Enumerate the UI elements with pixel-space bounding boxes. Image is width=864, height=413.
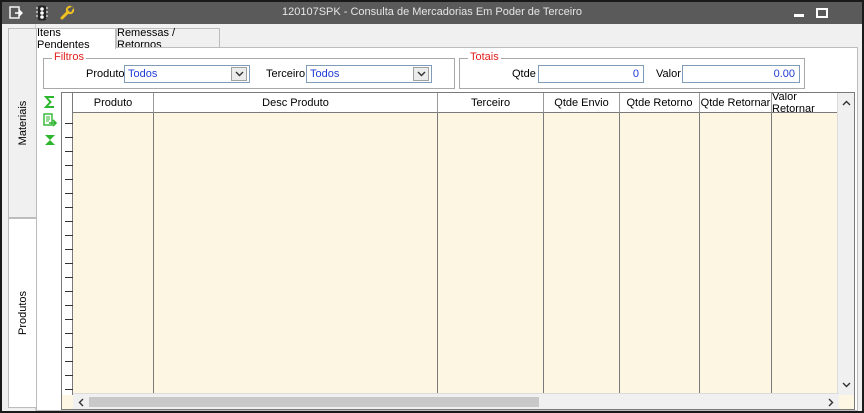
filtros-title: Filtros bbox=[52, 51, 86, 63]
export-icon[interactable] bbox=[41, 112, 59, 128]
chevron-down-icon[interactable] bbox=[231, 67, 247, 81]
scroll-right-icon[interactable] bbox=[823, 394, 839, 409]
terceiro-value: Todos bbox=[310, 68, 340, 80]
column-header-qtde-envio[interactable]: Qtde Envio bbox=[544, 93, 620, 113]
qtde-field: 0 bbox=[538, 65, 644, 83]
tab-remessas-retornos[interactable]: Remessas / Retornos bbox=[116, 27, 220, 51]
side-tab-strip: Materiais Produtos bbox=[2, 24, 36, 411]
terceiro-select[interactable]: Todos bbox=[306, 65, 432, 83]
window: 120107SPK - Consulta de Mercadorias Em P… bbox=[0, 0, 864, 413]
column-divider bbox=[543, 113, 544, 395]
filtros-group: Filtros Produto Todos Terceiro Todos bbox=[43, 51, 455, 89]
tab-itens-pendentes-label: Itens Pendentes bbox=[37, 27, 90, 51]
restore-icon[interactable] bbox=[814, 6, 830, 20]
horizontal-scrollbar[interactable] bbox=[73, 393, 839, 409]
side-tab-materiais-label: Materiais bbox=[16, 100, 29, 146]
qtde-label: Qtde bbox=[512, 68, 536, 80]
qtde-value: 0 bbox=[632, 68, 639, 80]
scroll-down-icon[interactable] bbox=[838, 377, 854, 393]
sum-icon[interactable] bbox=[41, 94, 59, 110]
tab-content: Filtros Produto Todos Terceiro Todos Tot… bbox=[36, 47, 858, 411]
produto-label: Produto bbox=[86, 68, 125, 80]
produto-select[interactable]: Todos bbox=[124, 65, 250, 83]
horizontal-scroll-thumb[interactable] bbox=[89, 397, 539, 407]
column-header-label: Valor Retornar bbox=[772, 92, 815, 115]
produto-value: Todos bbox=[128, 68, 158, 80]
column-divider bbox=[437, 113, 438, 395]
column-header-label: Qtde Retorno bbox=[626, 96, 693, 109]
data-grid: Produto Desc Produto Terceiro Qtde Envio… bbox=[61, 92, 855, 410]
column-divider bbox=[153, 113, 154, 395]
chevron-down-icon[interactable] bbox=[413, 67, 429, 81]
title-bar: 120107SPK - Consulta de Mercadorias Em P… bbox=[2, 2, 862, 24]
column-header-label: Qtde Envio bbox=[554, 96, 609, 109]
totais-group: Totais Qtde 0 Valor 0.00 bbox=[459, 51, 805, 89]
column-header-terceiro[interactable]: Terceiro bbox=[438, 93, 544, 113]
vertical-scrollbar[interactable] bbox=[837, 93, 854, 395]
column-header-valor-retornar[interactable]: Valor Retornar bbox=[772, 92, 839, 115]
totais-title: Totais bbox=[468, 51, 501, 63]
column-header-label: Produto bbox=[93, 96, 133, 109]
row-header-gutter bbox=[62, 93, 73, 395]
window-title: 120107SPK - Consulta de Mercadorias Em P… bbox=[281, 6, 582, 18]
column-header-desc-produto[interactable]: Desc Produto bbox=[154, 93, 438, 113]
column-header-qtde-retorno[interactable]: Qtde Retorno bbox=[620, 93, 700, 113]
column-divider bbox=[771, 113, 772, 395]
collapse-icon[interactable] bbox=[41, 132, 59, 148]
valor-value: 0.00 bbox=[773, 68, 795, 80]
scroll-left-icon[interactable] bbox=[73, 394, 89, 409]
scroll-up-icon[interactable] bbox=[838, 95, 854, 111]
column-header-produto[interactable]: Produto bbox=[73, 93, 154, 113]
side-tab-materiais[interactable]: Materiais bbox=[8, 28, 36, 218]
tab-itens-pendentes[interactable]: Itens Pendentes bbox=[36, 27, 116, 51]
valor-field: 0.00 bbox=[682, 65, 800, 83]
minimize-icon[interactable] bbox=[791, 6, 807, 20]
column-header-label: Qtde Retornar bbox=[700, 96, 771, 109]
column-header-label: Terceiro bbox=[470, 96, 511, 109]
side-tab-produtos-label: Produtos bbox=[16, 290, 29, 336]
column-divider bbox=[699, 113, 700, 395]
column-divider bbox=[619, 113, 620, 395]
column-header-qtde-retornar[interactable]: Qtde Retornar bbox=[700, 93, 772, 113]
terceiro-label: Terceiro bbox=[266, 68, 306, 80]
valor-label: Valor bbox=[656, 68, 681, 80]
side-tab-produtos[interactable]: Produtos bbox=[8, 218, 36, 408]
column-header-label: Desc Produto bbox=[262, 96, 329, 109]
